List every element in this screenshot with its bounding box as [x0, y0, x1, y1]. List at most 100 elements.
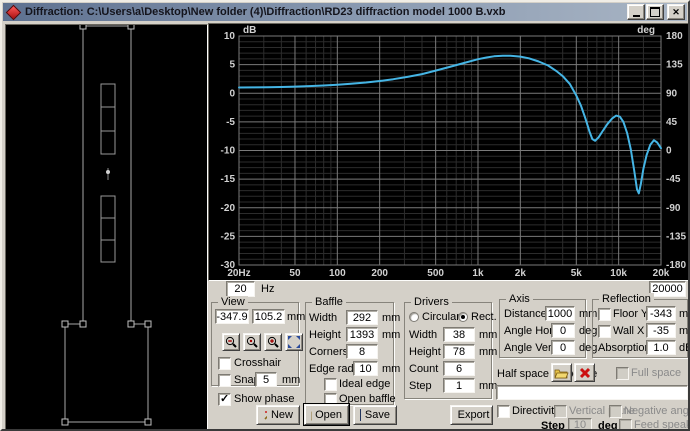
baffle-corners-input[interactable]	[346, 344, 378, 359]
freq-min-input[interactable]	[226, 281, 255, 297]
snap-input[interactable]	[255, 372, 277, 387]
driver-step-unit: mm	[479, 380, 497, 393]
absorption-input[interactable]	[646, 340, 676, 355]
driver-count-input[interactable]	[443, 361, 475, 376]
export-button-label: Export	[458, 409, 490, 421]
zoom-in-icon	[266, 335, 280, 349]
new-button[interactable]: New	[256, 405, 300, 425]
svg-text:100: 100	[329, 268, 346, 278]
full-space-label: Full space	[631, 367, 681, 380]
directivity-checkbox[interactable]	[497, 405, 510, 418]
new-button-label: New	[271, 409, 293, 421]
svg-text:50: 50	[289, 268, 301, 278]
svg-text:1k: 1k	[472, 268, 484, 278]
rect-radio[interactable]	[458, 312, 468, 322]
title-bar[interactable]: Diffraction: C:\Users\a\Desktop\New fold…	[3, 3, 687, 21]
save-button[interactable]: Save	[353, 405, 397, 425]
baffle-corner-handle[interactable]	[145, 419, 151, 425]
open-button[interactable]: Open	[304, 404, 349, 425]
angle-ver-label: Angle Ver	[504, 342, 552, 355]
baffle-canvas-panel[interactable]	[5, 24, 208, 431]
maximize-button[interactable]	[646, 4, 664, 20]
driver-width-input[interactable]	[443, 327, 475, 342]
view-x-field[interactable]	[215, 309, 249, 324]
baffle-height-input[interactable]	[346, 327, 378, 342]
reflection-group-label: Reflection	[599, 293, 654, 306]
freq-min-unit: Hz	[261, 283, 274, 296]
full-space-checkbox	[616, 367, 629, 380]
wall-input[interactable]	[646, 323, 676, 338]
response-graph: dBdeg1050-5-10-15-20-25-3018013590450-45…	[209, 24, 689, 278]
baffle-corner-handle[interactable]	[62, 321, 68, 327]
baffle-edge-input[interactable]	[353, 361, 378, 376]
circular-radio[interactable]	[409, 312, 419, 322]
baffle-corner-handle[interactable]	[128, 25, 134, 29]
half-space-open-button[interactable]	[551, 363, 572, 382]
svg-text:200: 200	[371, 268, 388, 278]
wall-unit: mm	[679, 325, 690, 338]
feed-speaker-label: Feed speaker	[634, 419, 690, 431]
show-phase-checkbox[interactable]	[218, 393, 231, 406]
baffle-height-label: Height	[309, 329, 341, 342]
drivers-group-label: Drivers	[411, 296, 452, 309]
negative-angles-label: Negative angles	[624, 405, 690, 418]
save-button-label: Save	[365, 409, 390, 421]
baffle-drawing[interactable]	[6, 25, 205, 429]
zoom-out-button[interactable]	[222, 333, 240, 351]
zoom-reset-button[interactable]	[243, 333, 261, 351]
svg-text:0: 0	[666, 146, 672, 157]
zoom-in-button[interactable]	[264, 333, 282, 351]
maximize-icon	[650, 7, 660, 17]
view-y-field[interactable]	[252, 309, 285, 324]
mic-position-marker[interactable]	[106, 170, 110, 174]
app-window: Diffraction: C:\Users\a\Desktop\New fold…	[0, 0, 690, 431]
baffle-corner-handle[interactable]	[128, 321, 134, 327]
driver-height-input[interactable]	[443, 344, 475, 359]
export-button[interactable]: Export	[450, 405, 493, 425]
angle-ver-input[interactable]	[551, 340, 575, 355]
absorption-unit: dB	[679, 342, 690, 355]
svg-text:-25: -25	[221, 231, 236, 242]
snap-unit: mm	[282, 374, 300, 387]
driver-step-input[interactable]	[443, 378, 475, 393]
half-space-file-input[interactable]	[496, 385, 688, 400]
crosshair-checkbox[interactable]	[218, 357, 231, 370]
floor-checkbox[interactable]	[598, 308, 611, 321]
app-icon	[6, 4, 22, 20]
ideal-edge-checkbox[interactable]	[324, 378, 337, 391]
snap-checkbox[interactable]	[218, 374, 231, 387]
zoom-fit-button[interactable]	[285, 333, 303, 351]
baffle-corner-handle[interactable]	[80, 321, 86, 327]
svg-text:20Hz: 20Hz	[227, 268, 250, 278]
window-title: Diffraction: C:\Users\a\Desktop\New fold…	[25, 6, 626, 18]
driver-step-label: Step	[409, 380, 432, 393]
angle-hor-input[interactable]	[551, 323, 575, 338]
driver-width-unit: mm	[479, 329, 497, 342]
driver-height-unit: mm	[479, 346, 497, 359]
svg-text:10: 10	[224, 31, 236, 42]
directivity-step-unit: deg	[598, 420, 618, 431]
floor-unit: mm	[679, 308, 690, 321]
svg-text:-10: -10	[221, 146, 236, 157]
red-x-icon	[579, 367, 591, 379]
baffle-corner-handle[interactable]	[145, 321, 151, 327]
close-button[interactable]: ✕	[667, 4, 685, 20]
svg-text:5: 5	[229, 60, 235, 71]
floor-label: Floor Y	[613, 308, 648, 321]
baffle-edge-label: Edge rad.	[309, 363, 357, 376]
baffle-corner-handle[interactable]	[80, 25, 86, 29]
minimize-button[interactable]	[627, 4, 645, 20]
baffle-corner-handle[interactable]	[62, 419, 68, 425]
directivity-step-label: Step	[541, 420, 565, 431]
baffle-width-input[interactable]	[346, 310, 378, 325]
half-space-clear-button[interactable]	[574, 363, 595, 382]
open-folder-icon	[554, 367, 569, 379]
wall-checkbox[interactable]	[598, 325, 611, 338]
baffle-corners-label: Corners	[309, 346, 348, 359]
floor-input[interactable]	[646, 306, 676, 321]
crosshair-label: Crosshair	[234, 357, 281, 370]
svg-text:180: 180	[666, 31, 683, 42]
freq-max-input[interactable]	[649, 281, 686, 297]
distance-input[interactable]	[545, 306, 575, 321]
svg-text:-90: -90	[666, 203, 681, 214]
